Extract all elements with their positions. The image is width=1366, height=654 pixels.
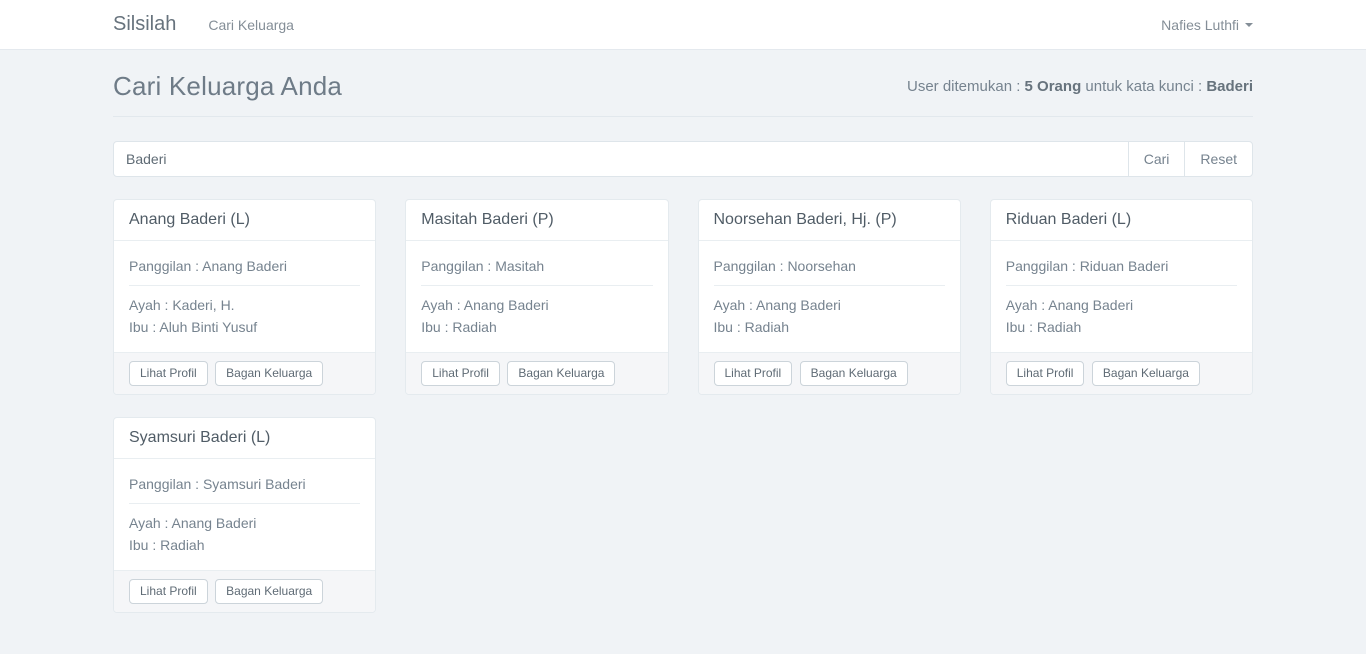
person-card-body: Panggilan : Noorsehan Ayah : Anang Bader… (699, 241, 960, 352)
person-card-title: Anang Baderi (L) (114, 200, 375, 241)
person-card-body: Panggilan : Riduan Baderi Ayah : Anang B… (991, 241, 1252, 352)
page-title: Cari Keluarga Anda (113, 71, 342, 102)
bagan-keluarga-button[interactable]: Bagan Keluarga (1092, 361, 1200, 386)
person-ibu: Ibu : Radiah (714, 316, 945, 338)
nav-link-cari-keluarga[interactable]: Cari Keluarga (208, 17, 294, 33)
caret-down-icon (1245, 23, 1253, 27)
summary-keyword: Baderi (1206, 78, 1253, 95)
page-header: Cari Keluarga Anda User ditemukan : 5 Or… (113, 71, 1253, 117)
lihat-profil-button[interactable]: Lihat Profil (1006, 361, 1085, 386)
person-ayah: Ayah : Kaderi, H. (129, 294, 360, 316)
person-card-title: Noorsehan Baderi, Hj. (P) (699, 200, 960, 241)
person-panggilan: Panggilan : Noorsehan (714, 255, 945, 277)
person-card-footer: Lihat Profil Bagan Keluarga (114, 352, 375, 394)
app-brand[interactable]: Silsilah (113, 13, 176, 36)
person-card: Riduan Baderi (L) Panggilan : Riduan Bad… (990, 199, 1253, 395)
lihat-profil-button[interactable]: Lihat Profil (129, 579, 208, 604)
card-divider (421, 285, 652, 286)
summary-middle: untuk kata kunci : (1081, 78, 1206, 95)
card-divider (714, 285, 945, 286)
summary-count: 5 Orang (1025, 78, 1082, 95)
bagan-keluarga-button[interactable]: Bagan Keluarga (507, 361, 615, 386)
user-name: Nafies Luthfi (1161, 17, 1239, 33)
summary-prefix: User ditemukan : (907, 78, 1025, 95)
person-ibu: Ibu : Radiah (1006, 316, 1237, 338)
person-ayah: Ayah : Anang Baderi (1006, 294, 1237, 316)
reset-button[interactable]: Reset (1184, 141, 1253, 177)
person-panggilan: Panggilan : Riduan Baderi (1006, 255, 1237, 277)
person-card: Anang Baderi (L) Panggilan : Anang Bader… (113, 199, 376, 395)
person-panggilan: Panggilan : Anang Baderi (129, 255, 360, 277)
card-divider (1006, 285, 1237, 286)
person-card-footer: Lihat Profil Bagan Keluarga (406, 352, 667, 394)
person-card-title: Masitah Baderi (P) (406, 200, 667, 241)
bagan-keluarga-button[interactable]: Bagan Keluarga (215, 361, 323, 386)
result-summary: User ditemukan : 5 Orang untuk kata kunc… (907, 78, 1253, 95)
card-divider (129, 503, 360, 504)
main-content: Cari Keluarga Anda User ditemukan : 5 Or… (113, 71, 1253, 653)
navbar: Silsilah Cari Keluarga Nafies Luthfi (0, 0, 1366, 50)
bagan-keluarga-button[interactable]: Bagan Keluarga (215, 579, 323, 604)
person-card-body: Panggilan : Syamsuri Baderi Ayah : Anang… (114, 459, 375, 570)
person-card: Syamsuri Baderi (L) Panggilan : Syamsuri… (113, 417, 376, 613)
person-ibu: Ibu : Radiah (421, 316, 652, 338)
person-card: Masitah Baderi (P) Panggilan : Masitah A… (405, 199, 668, 395)
person-card-footer: Lihat Profil Bagan Keluarga (114, 570, 375, 612)
person-panggilan: Panggilan : Masitah (421, 255, 652, 277)
person-ayah: Ayah : Anang Baderi (421, 294, 652, 316)
person-ayah: Ayah : Anang Baderi (129, 512, 360, 534)
person-card-title: Riduan Baderi (L) (991, 200, 1252, 241)
lihat-profil-button[interactable]: Lihat Profil (421, 361, 500, 386)
person-card-body: Panggilan : Masitah Ayah : Anang Baderi … (406, 241, 667, 352)
person-ibu: Ibu : Aluh Binti Yusuf (129, 316, 360, 338)
person-card-title: Syamsuri Baderi (L) (114, 418, 375, 459)
search-form: Cari Reset (113, 141, 1253, 177)
cari-button[interactable]: Cari (1128, 141, 1186, 177)
search-input[interactable] (113, 141, 1129, 177)
person-card-body: Panggilan : Anang Baderi Ayah : Kaderi, … (114, 241, 375, 352)
results-grid: Anang Baderi (L) Panggilan : Anang Bader… (113, 199, 1253, 653)
lihat-profil-button[interactable]: Lihat Profil (714, 361, 793, 386)
bagan-keluarga-button[interactable]: Bagan Keluarga (800, 361, 908, 386)
lihat-profil-button[interactable]: Lihat Profil (129, 361, 208, 386)
card-divider (129, 285, 360, 286)
user-menu-dropdown[interactable]: Nafies Luthfi (1161, 17, 1253, 33)
person-card-footer: Lihat Profil Bagan Keluarga (991, 352, 1252, 394)
person-card: Noorsehan Baderi, Hj. (P) Panggilan : No… (698, 199, 961, 395)
person-ibu: Ibu : Radiah (129, 534, 360, 556)
person-card-footer: Lihat Profil Bagan Keluarga (699, 352, 960, 394)
person-ayah: Ayah : Anang Baderi (714, 294, 945, 316)
person-panggilan: Panggilan : Syamsuri Baderi (129, 473, 360, 495)
